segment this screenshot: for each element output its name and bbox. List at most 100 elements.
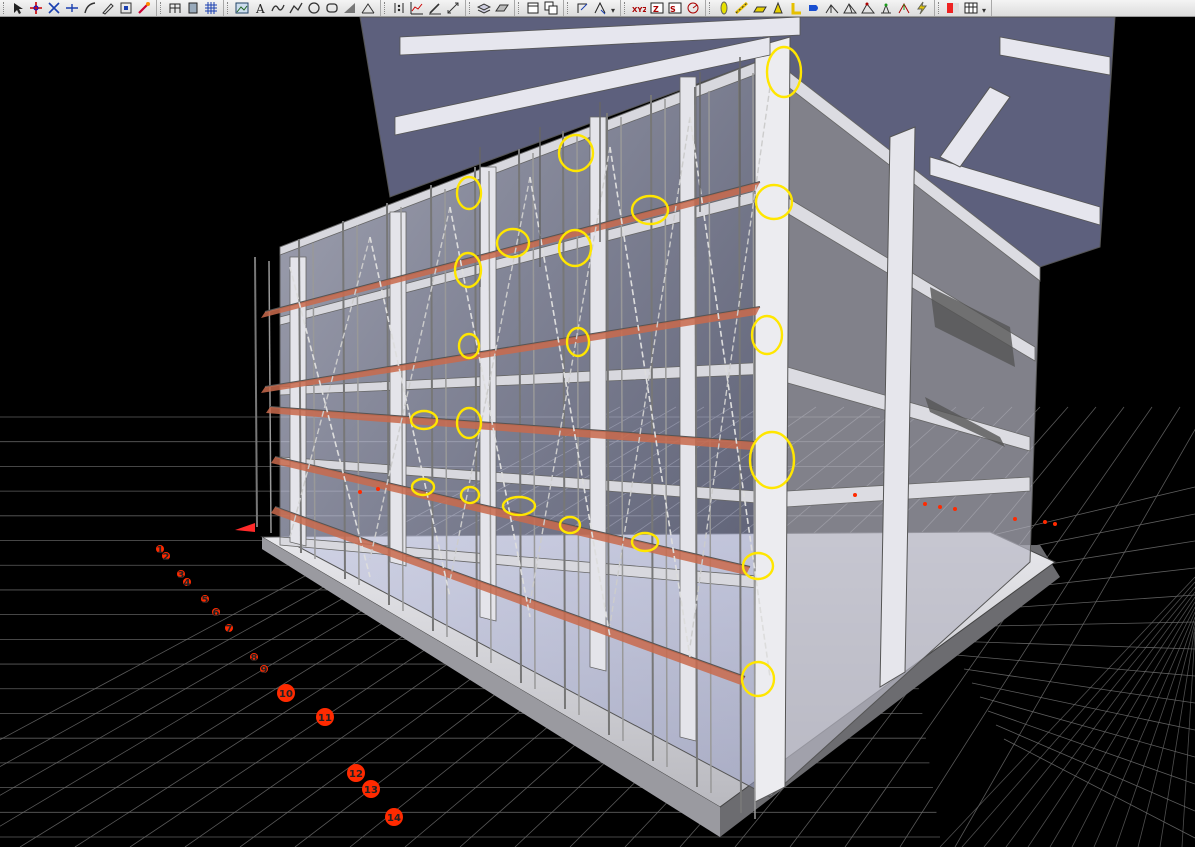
svg-text:2: 2 [163,552,170,563]
grid-axis-label[interactable]: 12 [347,764,365,782]
table-icon[interactable] [962,1,980,16]
chart-icon[interactable] [408,1,426,16]
toolbar-group-3: A [224,0,381,16]
load-icon[interactable] [895,1,913,16]
svg-text:10: 10 [279,689,293,700]
svg-text:4: 4 [184,578,191,589]
footing-icon[interactable] [805,1,823,16]
toolbar-grip[interactable] [624,2,628,14]
svg-text:S: S [670,5,676,14]
slab-icon[interactable] [751,1,769,16]
lightning-icon[interactable] [913,1,931,16]
svg-text:13: 13 [364,785,378,796]
svg-text:12: 12 [349,769,363,780]
grid-axis-label[interactable]: 5 [201,595,209,606]
line-split-icon[interactable] [63,1,81,16]
window-icon[interactable] [524,1,542,16]
frame-icon[interactable] [166,1,184,16]
main-toolbar: A ▾ XYZ Z S ▾ [0,0,1195,17]
svg-text:XYZ: XYZ [632,6,646,14]
toolbar-overflow-chevron[interactable]: ▾ [980,1,988,15]
svg-text:11: 11 [318,713,332,724]
circle-icon[interactable] [305,1,323,16]
toolbar-grip[interactable] [938,2,942,14]
3d-model-view[interactable]: 1234567891011121314 [0,17,1195,847]
toolbar-group-4 [381,0,466,16]
toolbar-overflow-chevron[interactable]: ▾ [609,1,617,15]
svg-text:Z: Z [653,5,659,14]
edit-icon[interactable] [99,1,117,16]
dimension-icon[interactable] [444,1,462,16]
toolbar-grip[interactable] [518,2,522,14]
snap-icon[interactable] [27,1,45,16]
curve-icon[interactable] [269,1,287,16]
polyline-icon[interactable] [287,1,305,16]
toolbar-group-2 [157,0,224,16]
view-icon[interactable] [117,1,135,16]
measure-icon[interactable] [359,1,377,16]
structural-cad-window: A ▾ XYZ Z S ▾ 1 2 3 4 5 6 7 8 9 10 11 12 13 14 [0,0,1195,847]
toolbar-group-9 [706,0,935,16]
grid-axis-label[interactable]: 11 [316,708,334,726]
arc-icon[interactable] [81,1,99,16]
svg-text:6: 6 [213,608,220,619]
xyz-icon[interactable]: XYZ [630,1,648,16]
point-cloud-icon[interactable] [390,1,408,16]
toolbar-group-10: ▾ [935,0,992,16]
grid-icon[interactable] [202,1,220,16]
toolbar-grip[interactable] [469,2,473,14]
section-icon[interactable]: S [666,1,684,16]
svg-text:5: 5 [202,595,209,606]
grid-axis-label[interactable]: 6 [212,608,220,619]
grid-axis-label[interactable]: 13 [362,780,380,798]
support-icon[interactable] [877,1,895,16]
wand-icon[interactable] [135,1,153,16]
layers-icon[interactable] [475,1,493,16]
plane-icon[interactable] [493,1,511,16]
svg-text:7: 7 [226,624,233,635]
ramp-icon[interactable] [341,1,359,16]
truss-icon[interactable] [841,1,859,16]
transform-icon[interactable] [573,1,591,16]
toolbar-grip[interactable] [160,2,164,14]
toolbar-group-8: XYZ Z S [621,0,706,16]
panel-icon[interactable] [184,1,202,16]
rectangle-icon[interactable] [323,1,341,16]
grid-axis-label[interactable]: 7 [225,624,233,635]
building-model [260,17,1116,837]
roof-icon[interactable] [823,1,841,16]
grid-axis-label[interactable]: 4 [183,578,191,589]
grid-axis-label[interactable]: 10 [277,684,295,702]
toolbar-group-1 [0,0,157,16]
cross-icon[interactable] [45,1,63,16]
toolbar-group-6 [515,0,564,16]
toolbar-grip[interactable] [3,2,7,14]
stair-icon[interactable] [769,1,787,16]
toolbar-grip[interactable] [709,2,713,14]
toolbar-grip[interactable] [384,2,388,14]
draw-icon[interactable] [426,1,444,16]
wall-icon[interactable] [787,1,805,16]
copy-window-icon[interactable] [542,1,560,16]
toolbar-grip[interactable] [227,2,231,14]
grid-axis-label[interactable]: 9 [260,665,268,676]
color-icon[interactable] [944,1,962,16]
3d-viewport[interactable]: 1 2 3 4 5 6 7 8 9 10 11 12 13 14 [0,17,1195,847]
grid-axis-label[interactable]: 2 [162,552,170,563]
column-icon[interactable] [715,1,733,16]
rotate-icon[interactable] [684,1,702,16]
toolbar-grip[interactable] [567,2,571,14]
pointer-icon[interactable] [9,1,27,16]
beam-icon[interactable] [733,1,751,16]
svg-text:14: 14 [387,813,401,824]
svg-text:8: 8 [251,653,258,664]
grid-axis-label[interactable]: 8 [250,653,258,664]
svg-text:9: 9 [261,665,268,676]
picture-icon[interactable] [233,1,251,16]
grid-axis-label[interactable]: 14 [385,808,403,826]
stairs-node-icon[interactable] [859,1,877,16]
text-icon[interactable]: A [251,1,269,16]
z-elevation-icon[interactable]: Z [648,1,666,16]
toolbar-group-7: ▾ [564,0,621,16]
offset-icon[interactable] [591,1,609,16]
